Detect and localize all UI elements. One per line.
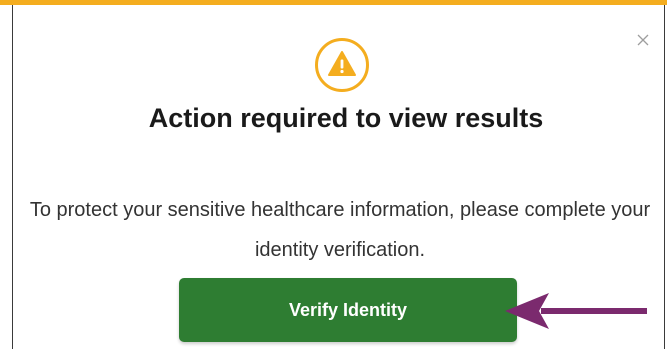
close-icon bbox=[637, 34, 649, 46]
close-button[interactable] bbox=[631, 28, 655, 52]
modal-top-accent-bar bbox=[0, 0, 667, 5]
modal-left-border bbox=[12, 5, 13, 349]
modal-title: Action required to view results bbox=[148, 103, 544, 133]
warning-icon bbox=[315, 38, 369, 92]
verify-identity-button[interactable]: Verify Identity bbox=[179, 278, 517, 342]
arrow-left-icon bbox=[505, 293, 647, 329]
verification-modal: Action required to view results To prote… bbox=[0, 0, 667, 349]
modal-right-border bbox=[664, 5, 665, 349]
modal-message: To protect your sensitive healthcare inf… bbox=[29, 199, 651, 261]
